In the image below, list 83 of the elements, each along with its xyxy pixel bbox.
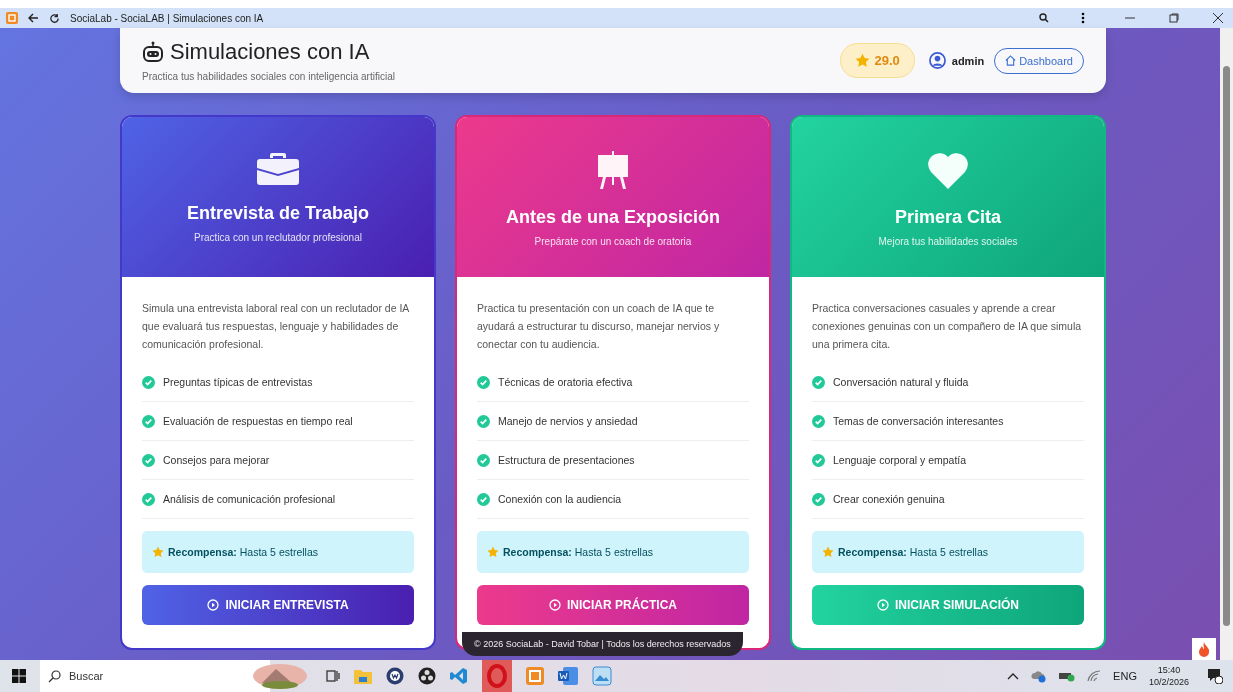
search-icon [48,669,61,683]
flame-icon[interactable] [1198,641,1210,657]
star-icon [487,546,499,558]
search-field[interactable]: Buscar [40,660,270,692]
footer-bar: © 2026 SociaLab - David Tobar | Todos los derechos reservados [462,632,743,656]
feature-text: Conexión con la audiencia [498,493,622,505]
card-subtitle: Practica con un reclutador profesional [194,232,362,243]
check-icon [812,414,825,428]
app-icon[interactable] [386,667,404,685]
feature-text: Temas de conversación interesantes [833,415,1004,427]
feature-text: Evaluación de respuestas en tiempo real [163,415,353,427]
feature-text: Análisis de comunicación profesional [163,493,336,505]
reward-text: Recompensa: Hasta 5 estrellas [503,546,653,558]
feature-text: Estructura de presentaciones [498,454,635,466]
points-badge: 29.0 [840,43,915,78]
scrollbar[interactable] [1220,28,1233,660]
briefcase-icon [257,151,299,185]
page-subtitle: Practica tus habilidades sociales con inteligencia artificial [142,71,396,82]
card-title: Entrevista de Trabajo [186,203,370,224]
card-title: Antes de una Exposición [505,207,720,228]
star-icon [152,546,164,558]
code-editor-icon[interactable] [450,667,468,685]
play-icon [549,599,561,611]
card-description: Practica tu presentación con un coach de IA que te ayudará a estructurar tu discurso, manejar nervios y conectar con tu audiencia. [477,301,721,352]
menu-icon[interactable] [1081,12,1085,24]
reward-text: Recompensa: Hasta 5 estrellas [838,546,988,558]
check-icon [142,453,155,467]
clock[interactable]: 15:40 10/2/2026 [1148,665,1189,687]
check-icon [477,453,490,467]
card-description: Practica conversaciones casuales y aprende a crear conexiones genuinas con un compañero de IA que simula una primera cita. [812,301,1083,352]
photos-icon[interactable] [592,666,612,686]
feature-text: Consejos para mejorar [163,454,270,466]
feature-text: Lenguaje corporal y empatía [833,454,967,466]
play-icon [207,599,220,611]
check-icon [477,375,490,389]
star-icon [822,546,834,558]
chevron-up-icon[interactable] [1007,672,1020,680]
widget-icon[interactable] [252,663,308,689]
play-icon [877,599,889,611]
username: admin [951,54,985,67]
robot-icon [142,41,164,63]
home-icon [1005,55,1017,66]
task-view-icon[interactable] [326,669,340,683]
reward-text: Recompensa: Hasta 5 estrellas [168,546,318,558]
page-title: Simulaciones con IA [170,39,370,65]
card-description: Simula una entrevista laboral real con un reclutador de IA que evaluará tus respuestas, lenguaje y habilidades de comunicación profesional. [142,301,410,352]
start-button[interactable]: INICIAR PRÁCTICA [477,585,749,625]
card-title: Primera Cita [894,207,1002,228]
card-subtitle: Mejora tus habilidades sociales [878,236,1018,247]
user-icon [928,52,946,69]
check-icon [142,492,155,506]
check-icon [142,375,155,389]
heart-icon [927,151,969,189]
start-button[interactable]: INICIAR ENTREVISTA [142,585,414,625]
check-icon [477,492,490,506]
feature-text: Técnicas de oratoria efectiva [498,376,633,388]
language-indicator[interactable]: ENG [1113,670,1137,682]
easel-icon [595,151,631,189]
start-icon[interactable] [12,669,26,683]
check-icon [477,414,490,428]
check-icon [812,492,825,506]
search-placeholder: Buscar [69,670,104,682]
wifi-icon[interactable] [1087,670,1102,682]
folder-icon[interactable] [354,668,372,684]
card-subtitle: Prepárate con un coach de oratoria [534,236,692,247]
feature-text: Conversación natural y fluida [833,376,969,388]
back-icon[interactable] [28,13,39,23]
tab-title: SociaLab - SociaLAB | Simulaciones con IA [70,12,264,24]
xampp-icon[interactable] [526,667,544,685]
notification-icon[interactable] [1207,668,1223,684]
check-icon [812,453,825,467]
check-icon [142,414,155,428]
restore-icon[interactable] [1169,13,1179,23]
check-icon [812,375,825,389]
feature-text: Preguntas típicas de entrevistas [163,376,313,388]
word-icon[interactable] [558,667,578,685]
cloud-icon[interactable] [1031,669,1048,683]
close-icon[interactable] [1213,13,1223,23]
feature-text: Crear conexión genuina [833,493,945,505]
zoom-icon[interactable] [1039,13,1049,23]
feature-text: Manejo de nervios y ansiedad [498,415,638,427]
reload-icon[interactable] [49,12,60,24]
star-icon [855,53,871,68]
